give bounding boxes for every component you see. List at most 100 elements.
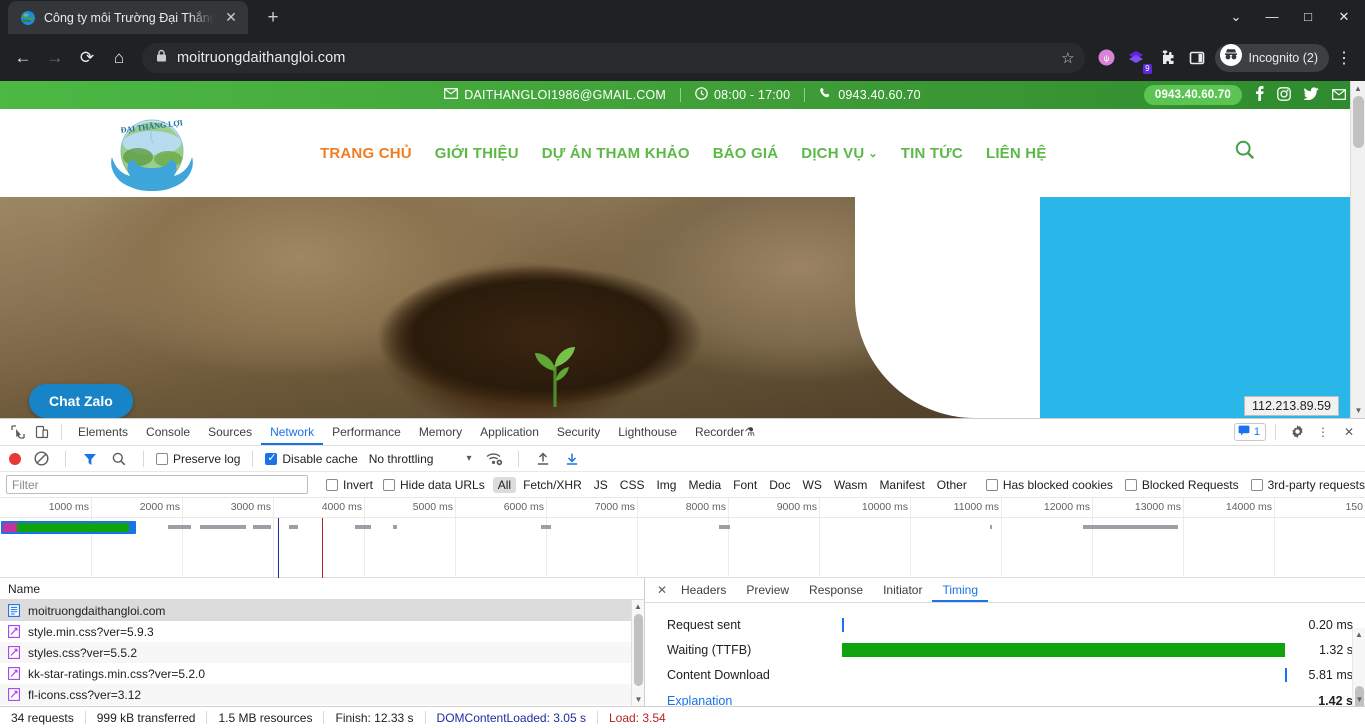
tab-memory[interactable]: Memory <box>410 419 471 445</box>
instagram-icon[interactable] <box>1277 86 1291 104</box>
tab-performance[interactable]: Performance <box>323 419 410 445</box>
puzzle-icon[interactable] <box>1153 44 1181 72</box>
request-row[interactable]: moitruongdaithangloi.com <box>0 600 644 621</box>
chat-zalo-button[interactable]: Chat Zalo <box>29 384 133 418</box>
nav-item-tin-tuc[interactable]: TIN TỨC <box>901 145 963 162</box>
scroll-up-arrow-icon[interactable]: ▲ <box>632 600 644 613</box>
incognito-indicator[interactable]: Incognito (2) <box>1214 43 1329 72</box>
chevron-down-icon[interactable]: ⌄ <box>1219 6 1253 28</box>
chat-zalo-widget[interactable]: Chat Zalo <box>29 384 133 418</box>
close-icon[interactable]: ✕ <box>222 9 240 26</box>
scroll-up-arrow-icon[interactable]: ▲ <box>1351 81 1365 96</box>
extension-purple-icon[interactable]: 9 <box>1123 44 1152 74</box>
invert-checkbox[interactable]: Invert <box>326 478 373 492</box>
scroll-up-arrow-icon[interactable]: ▲ <box>1353 628 1365 641</box>
message-count-badge[interactable]: 1 <box>1233 423 1266 441</box>
throttling-select[interactable]: No throttling <box>369 452 434 466</box>
request-column-header[interactable]: Name <box>0 578 644 600</box>
blocked-requests-checkbox[interactable]: Blocked Requests <box>1124 478 1239 492</box>
maximize-button[interactable]: □ <box>1291 6 1325 28</box>
chevron-down-icon[interactable]: ▾ <box>466 453 471 464</box>
topbar-email[interactable]: DAITHANGLOI1986@GMAIL.COM <box>430 88 680 102</box>
site-logo[interactable]: ĐẠI THẮNG LỢI <box>98 113 208 200</box>
scroll-down-arrow-icon[interactable]: ▼ <box>632 693 644 706</box>
nav-item-trang-chu[interactable]: TRANG CHỦ <box>320 145 412 162</box>
window-close-button[interactable]: ✕ <box>1327 6 1361 28</box>
phone-pill-button[interactable]: 0943.40.60.70 <box>1143 85 1242 105</box>
scroll-down-arrow-icon[interactable]: ▼ <box>1351 403 1365 418</box>
nav-item-du-an-tham-khao[interactable]: DỰ ÁN THAM KHẢO <box>542 145 690 162</box>
filter-type-media[interactable]: Media <box>683 477 726 493</box>
more-options-icon[interactable]: ⋮ <box>1311 421 1335 443</box>
tab-sources[interactable]: Sources <box>199 419 261 445</box>
sidepanel-icon[interactable] <box>1183 44 1211 72</box>
page-scrollbar[interactable]: ▲ ▼ <box>1350 81 1365 418</box>
filter-type-manifest[interactable]: Manifest <box>874 477 929 493</box>
preserve-log-checkbox[interactable]: Preserve log <box>156 452 240 466</box>
browser-tab[interactable]: Công ty môi Trường Đại Thắng L ✕ <box>8 1 248 34</box>
nav-item-lien-he[interactable]: LIÊN HỆ <box>986 145 1047 162</box>
has-blocked-cookies-checkbox[interactable]: Has blocked cookies <box>985 478 1113 492</box>
new-tab-button[interactable]: + <box>260 7 286 29</box>
gear-icon[interactable] <box>1285 421 1309 443</box>
request-list[interactable]: ▲ ▼ moitruongdaithangloi.com style.min.cs… <box>0 600 644 706</box>
tab-elements[interactable]: Elements <box>69 419 137 445</box>
tab-network[interactable]: Network <box>261 419 323 445</box>
clear-icon[interactable] <box>29 448 53 470</box>
address-bar[interactable]: moitruongdaithangloi.com ☆ <box>142 42 1085 73</box>
filter-type-css[interactable]: CSS <box>615 477 650 493</box>
upload-icon[interactable] <box>531 448 555 470</box>
third-party-requests-checkbox[interactable]: 3rd-party requests <box>1250 478 1365 492</box>
filter-type-wasm[interactable]: Wasm <box>829 477 873 493</box>
filter-type-other[interactable]: Other <box>932 477 972 493</box>
filter-icon[interactable] <box>78 448 102 470</box>
tab-application[interactable]: Application <box>471 419 548 445</box>
twitter-icon[interactable] <box>1302 87 1319 103</box>
detail-tab-headers[interactable]: Headers <box>671 578 736 602</box>
tab-security[interactable]: Security <box>548 419 609 445</box>
request-row[interactable]: kk-star-ratings.min.css?ver=5.2.0 <box>0 663 644 684</box>
scrollbar-thumb[interactable] <box>1353 96 1364 148</box>
request-row[interactable]: style.min.css?ver=5.9.3 <box>0 621 644 642</box>
detail-tab-response[interactable]: Response <box>799 578 873 602</box>
wifi-gear-icon[interactable] <box>482 448 506 470</box>
bookmark-star-icon[interactable]: ☆ <box>1061 49 1074 67</box>
filter-type-fetch-xhr[interactable]: Fetch/XHR <box>518 477 587 493</box>
topbar-phone[interactable]: 0943.40.60.70 <box>805 87 935 103</box>
filter-type-ws[interactable]: WS <box>798 477 827 493</box>
facebook-icon[interactable] <box>1255 86 1264 104</box>
email-icon[interactable] <box>1332 88 1346 103</box>
browser-menu-button[interactable]: ⋮ <box>1331 48 1357 68</box>
forward-button[interactable]: → <box>40 43 70 73</box>
scrollbar-thumb[interactable] <box>634 614 643 686</box>
detail-tab-timing[interactable]: Timing <box>932 578 988 602</box>
home-button[interactable]: ⌂ <box>104 43 134 73</box>
explanation-link[interactable]: Explanation <box>667 694 732 706</box>
request-row[interactable]: styles.css?ver=5.5.2 <box>0 642 644 663</box>
scroll-down-arrow-icon[interactable]: ▼ <box>1353 693 1365 706</box>
detail-tab-preview[interactable]: Preview <box>736 578 799 602</box>
filter-type-all[interactable]: All <box>492 476 517 493</box>
device-toolbar-icon[interactable] <box>30 421 54 443</box>
download-icon[interactable] <box>560 448 584 470</box>
nav-item-bao-gia[interactable]: BÁO GIÁ <box>713 145 779 162</box>
filter-input[interactable]: Filter <box>6 475 308 494</box>
tab-console[interactable]: Console <box>137 419 199 445</box>
disable-cache-checkbox[interactable]: Disable cache <box>265 451 358 466</box>
filter-type-img[interactable]: Img <box>651 477 681 493</box>
timing-scrollbar[interactable]: ▲ ▼ <box>1352 628 1365 706</box>
tab-recorder[interactable]: Recorder⚗ <box>686 419 764 445</box>
back-button[interactable]: ← <box>8 43 38 73</box>
tab-lighthouse[interactable]: Lighthouse <box>609 419 686 445</box>
network-overview-timeline[interactable]: 1000 ms 2000 ms 3000 ms 4000 ms 5000 ms 6000 … <box>0 498 1365 578</box>
request-list-scrollbar[interactable]: ▲ ▼ <box>631 600 644 706</box>
close-devtools-icon[interactable]: ✕ <box>1337 421 1361 443</box>
minimize-button[interactable]: — <box>1255 6 1289 28</box>
filter-type-doc[interactable]: Doc <box>764 477 795 493</box>
inspect-icon[interactable] <box>6 421 30 443</box>
nav-item-dich-vu[interactable]: DỊCH VỤ ⌄ <box>801 145 878 162</box>
request-row[interactable]: fl-icons.css?ver=3.12 <box>0 684 644 705</box>
close-detail-icon[interactable]: ✕ <box>653 583 671 597</box>
record-icon[interactable] <box>9 452 21 465</box>
search-icon[interactable] <box>107 448 131 470</box>
